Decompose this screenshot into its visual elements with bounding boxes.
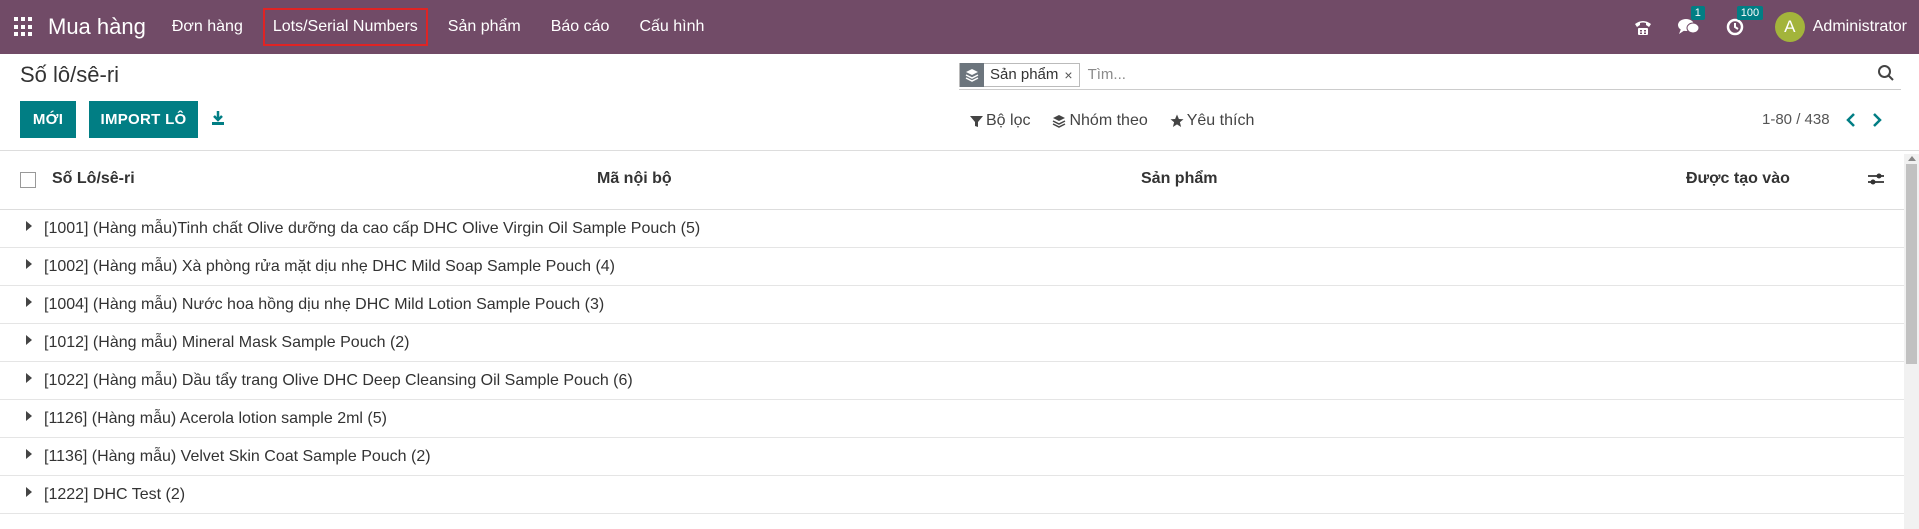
- group-row[interactable]: [1002] (Hàng mẫu) Xà phòng rửa mặt dịu n…: [0, 248, 1904, 286]
- app-brand[interactable]: Mua hàng: [48, 14, 146, 40]
- column-header-created-on[interactable]: Được tạo vào: [1686, 170, 1790, 188]
- page-title[interactable]: Số lô/sê-ri: [20, 62, 119, 88]
- group-row[interactable]: [1022] (Hàng mẫu) Dầu tẩy trang Olive DH…: [0, 362, 1904, 400]
- filter-icon: [970, 115, 983, 127]
- search-facet-product: Sản phẩm ×: [959, 62, 1080, 87]
- user-name[interactable]: Administrator: [1813, 18, 1907, 36]
- group-row[interactable]: [1012] (Hàng mẫu) Mineral Mask Sample Po…: [0, 324, 1904, 362]
- star-icon: [1170, 114, 1184, 127]
- caret-right-icon: [26, 486, 32, 497]
- nav-right-systray: 1 100 A Administrator: [1609, 6, 1907, 42]
- group-row[interactable]: [1001] (Hàng mẫu)Tinh chất Olive dưỡng d…: [0, 210, 1904, 248]
- search-bar: Sản phẩm × Tìm...: [959, 60, 1901, 90]
- scroll-up-arrow-icon[interactable]: [1908, 156, 1916, 161]
- menu-item-products[interactable]: Sản phẩm: [438, 8, 531, 46]
- group-label: [1222] DHC Test (2): [44, 485, 186, 503]
- menu-item-orders[interactable]: Đơn hàng: [162, 8, 253, 46]
- caret-right-icon: [26, 334, 32, 345]
- group-label: [1126] (Hàng mẫu) Acerola lotion sample …: [44, 409, 387, 427]
- phone-icon[interactable]: [1631, 15, 1655, 39]
- filter-bar: Bộ lọc Nhóm theo Yêu thích: [970, 112, 1276, 130]
- table-header: Số Lô/sê-ri Mã nội bộ Sản phẩm Được tạo …: [0, 160, 1904, 210]
- group-row[interactable]: [1126] (Hàng mẫu) Acerola lotion sample …: [0, 400, 1904, 438]
- menu-item-reports[interactable]: Báo cáo: [541, 8, 620, 46]
- caret-right-icon: [26, 372, 32, 383]
- group-label: [1001] (Hàng mẫu)Tinh chất Olive dưỡng d…: [44, 219, 701, 237]
- messages-icon[interactable]: 1: [1677, 6, 1705, 39]
- menu-item-config[interactable]: Cấu hình: [629, 8, 714, 46]
- column-header-lot[interactable]: Số Lô/sê-ri: [52, 170, 135, 188]
- menu-item-lots-serial[interactable]: Lots/Serial Numbers: [262, 8, 428, 46]
- caret-right-icon: [26, 410, 32, 421]
- avatar[interactable]: A: [1774, 12, 1805, 42]
- group-label: [1004] (Hàng mẫu) Nước hoa hồng dịu nhẹ …: [44, 295, 605, 313]
- divider: [0, 150, 1919, 151]
- pager-next-icon[interactable]: [1872, 112, 1882, 127]
- activities-badge: 100: [1736, 6, 1764, 20]
- group-rows: [1001] (Hàng mẫu)Tinh chất Olive dưỡng d…: [0, 210, 1904, 514]
- search-input[interactable]: Tìm...: [1088, 66, 1126, 83]
- group-row[interactable]: [1136] (Hàng mẫu) Velvet Skin Coat Sampl…: [0, 438, 1904, 476]
- filter-dropdown[interactable]: Bộ lọc: [970, 112, 1030, 130]
- pager-previous-icon[interactable]: [1845, 112, 1856, 127]
- scroll-thumb[interactable]: [1906, 164, 1917, 364]
- scrollbar[interactable]: [1904, 154, 1919, 529]
- group-row[interactable]: [1222] DHC Test (2): [0, 476, 1904, 514]
- select-all-checkbox[interactable]: [20, 172, 36, 188]
- layers-icon: [960, 62, 984, 87]
- caret-right-icon: [26, 258, 32, 269]
- search-icon[interactable]: [1877, 64, 1895, 87]
- facet-remove-button[interactable]: ×: [1064, 67, 1078, 83]
- filter-label: Bộ lọc: [986, 112, 1031, 129]
- caret-right-icon: [26, 448, 32, 459]
- favorites-label: Yêu thích: [1186, 112, 1255, 129]
- top-navbar: Mua hàng Đơn hàng Lots/Serial Numbers Sả…: [0, 0, 1919, 54]
- group-label: [1002] (Hàng mẫu) Xà phòng rửa mặt dịu n…: [44, 257, 616, 275]
- download-icon[interactable]: [210, 110, 226, 131]
- group-label: [1136] (Hàng mẫu) Velvet Skin Coat Sampl…: [44, 447, 431, 465]
- import-lots-button[interactable]: IMPORT LÔ: [89, 101, 198, 138]
- caret-right-icon: [26, 220, 32, 231]
- apps-menu-icon[interactable]: [14, 17, 34, 37]
- pager-value[interactable]: 1-80 / 438: [1762, 111, 1830, 128]
- messages-badge: 1: [1690, 6, 1705, 20]
- column-header-internal-ref[interactable]: Mã nội bộ: [597, 170, 672, 188]
- group-label: [1022] (Hàng mẫu) Dầu tẩy trang Olive DH…: [44, 371, 633, 389]
- favorites-dropdown[interactable]: Yêu thích: [1170, 112, 1255, 130]
- group-row[interactable]: [1004] (Hàng mẫu) Nước hoa hồng dịu nhẹ …: [0, 286, 1904, 324]
- facet-label: Sản phẩm: [990, 66, 1059, 83]
- caret-right-icon: [26, 296, 32, 307]
- optional-columns-icon[interactable]: [1868, 172, 1884, 191]
- pager: 1-80 / 438: [1762, 111, 1882, 128]
- activities-clock-icon[interactable]: 100: [1723, 6, 1764, 39]
- group-by-dropdown[interactable]: Nhóm theo: [1052, 112, 1148, 130]
- group-by-label: Nhóm theo: [1069, 112, 1148, 129]
- column-header-product[interactable]: Sản phẩm: [1141, 170, 1217, 188]
- new-button[interactable]: MỚI: [20, 101, 76, 138]
- layers-icon: [1053, 115, 1066, 128]
- group-label: [1012] (Hàng mẫu) Mineral Mask Sample Po…: [44, 333, 410, 351]
